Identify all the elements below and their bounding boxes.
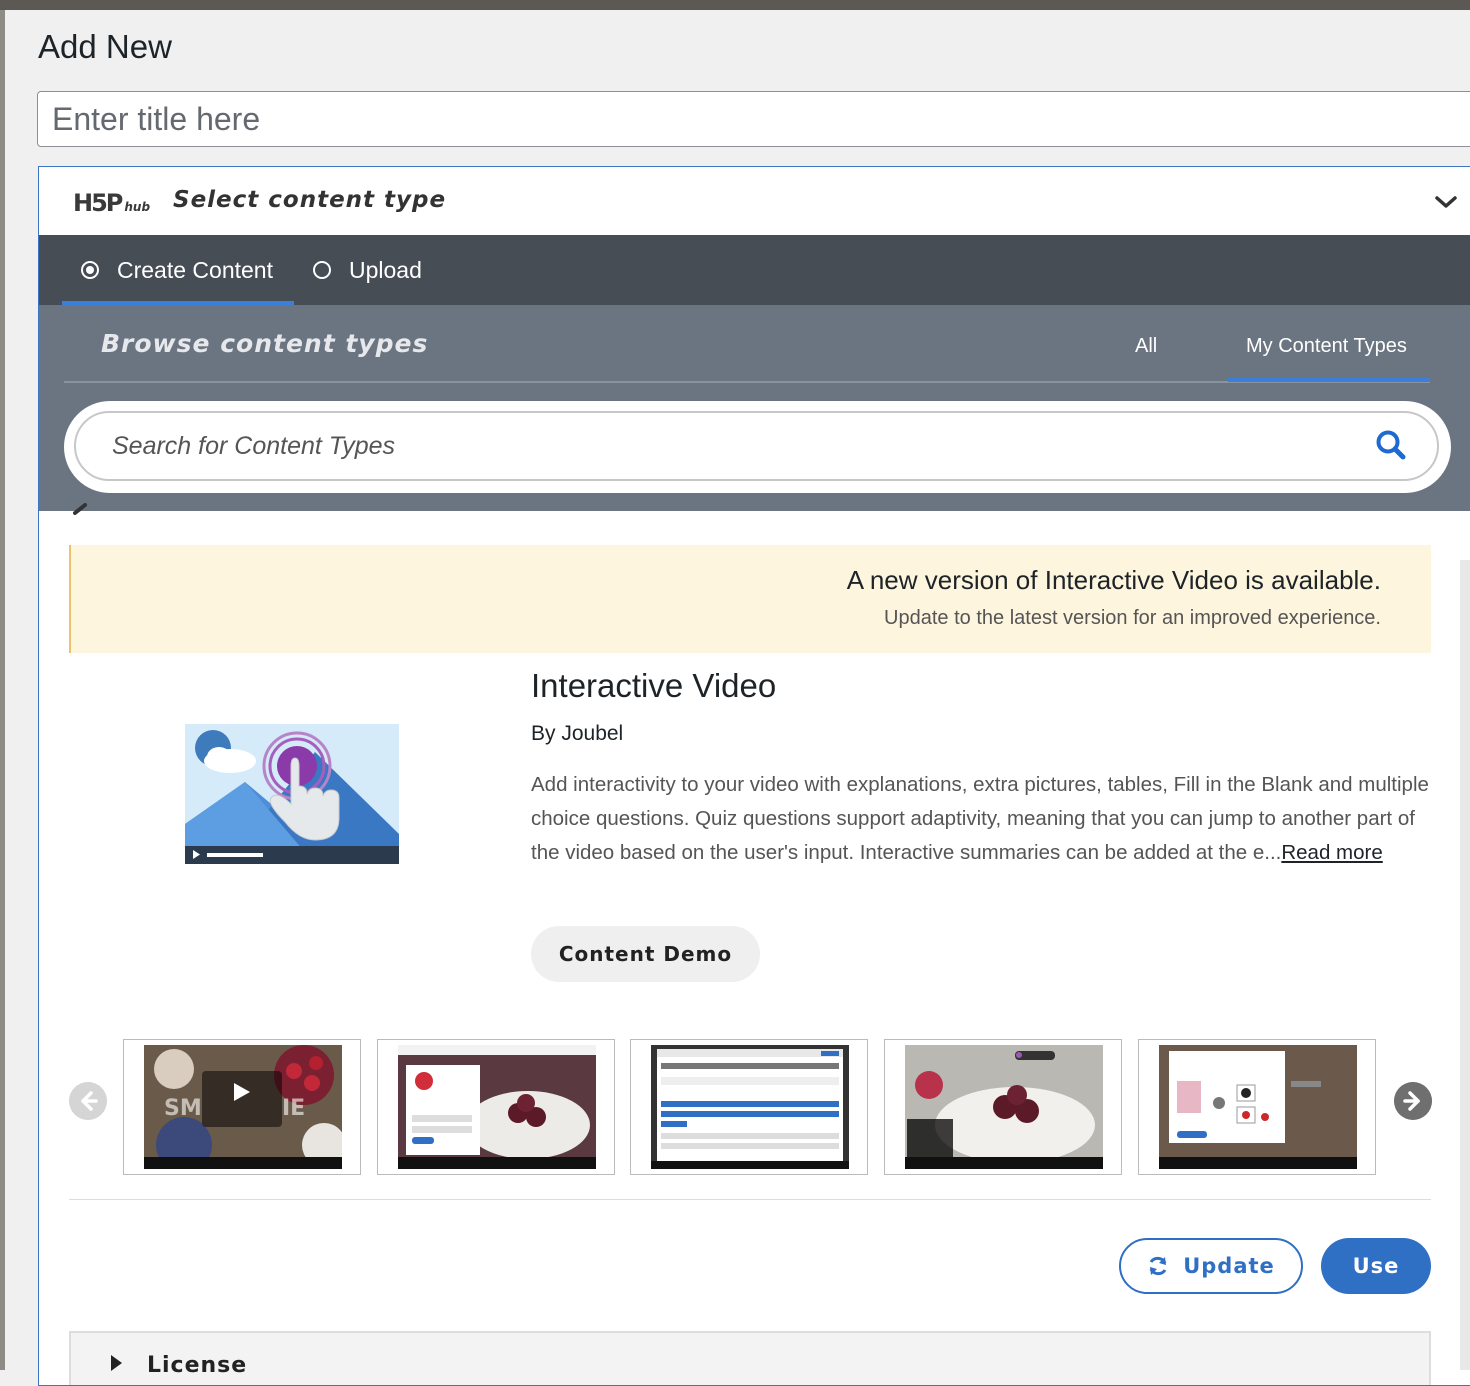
- refresh-icon: [1149, 1256, 1167, 1276]
- interactive-video-thumbnail: [185, 724, 399, 864]
- left-edge: [0, 10, 5, 1370]
- search-wrapper: [64, 401, 1451, 493]
- license-label: License: [147, 1353, 248, 1378]
- update-label: Update: [1183, 1254, 1275, 1278]
- tab-create-content-label: Create Content: [117, 256, 273, 283]
- tab-upload[interactable]: Upload: [313, 235, 422, 305]
- browse-panel: Browse content types All My Content Type…: [39, 305, 1470, 511]
- screenshot-image: [1159, 1045, 1357, 1169]
- radio-selected-icon: [81, 261, 99, 279]
- active-filter-indicator: [1228, 378, 1430, 382]
- select-content-type-label: Select content type: [173, 187, 447, 213]
- use-button[interactable]: Use: [1321, 1238, 1431, 1294]
- hub-tabs: Create Content Upload: [39, 235, 1470, 305]
- screenshot-image: SM IE: [144, 1045, 342, 1169]
- h5p-hub: H5P hub Select content type Create Conten…: [38, 166, 1470, 1386]
- carousel-prev-icon[interactable]: [69, 1082, 107, 1120]
- caret-right-icon: [111, 1355, 122, 1371]
- content-type-title: Interactive Video: [531, 667, 777, 704]
- browse-divider: [64, 381, 1430, 383]
- carousel-next-icon[interactable]: [1394, 1082, 1432, 1120]
- filter-my-content-types[interactable]: My Content Types: [1246, 335, 1407, 358]
- browse-title: Browse content types: [101, 329, 429, 358]
- svg-text:IE: IE: [282, 1096, 305, 1121]
- screenshot-drag-and-drop[interactable]: [1138, 1039, 1376, 1175]
- content-type-description: Add interactivity to your video with exp…: [531, 768, 1431, 870]
- content-demo-button[interactable]: Content Demo: [531, 926, 760, 982]
- screenshot-multiple-choice-editor[interactable]: [630, 1039, 868, 1175]
- top-bar: [0, 0, 1470, 10]
- screenshot-image: [651, 1045, 849, 1169]
- screenshot-strawberry-bowl[interactable]: [884, 1039, 1122, 1175]
- content-type-author: By Joubel: [531, 722, 624, 745]
- h5p-hub-logo: H5P hub: [73, 189, 151, 217]
- screenshot-strawberry-editor[interactable]: [377, 1039, 615, 1175]
- chevron-down-icon[interactable]: [1433, 189, 1459, 215]
- filter-all[interactable]: All: [1135, 335, 1157, 358]
- screenshot-image: [905, 1045, 1103, 1169]
- screenshot-smoothie-intro[interactable]: SM IE: [123, 1039, 361, 1175]
- screenshot-image: [398, 1045, 596, 1169]
- license-panel[interactable]: License: [69, 1331, 1431, 1385]
- notice-title: A new version of Interactive Video is av…: [846, 565, 1381, 595]
- notice-subtitle: Update to the latest version for an impr…: [884, 607, 1381, 629]
- read-more-link[interactable]: Read more: [1281, 841, 1382, 864]
- tab-upload-label: Upload: [349, 256, 422, 283]
- scrollbar[interactable]: [1460, 560, 1470, 1370]
- radio-unselected-icon: [313, 261, 331, 279]
- search-input[interactable]: [74, 411, 1439, 481]
- svg-text:SM: SM: [164, 1096, 202, 1121]
- page-title: Add New: [38, 28, 172, 65]
- hub-header[interactable]: H5P hub Select content type: [39, 167, 1470, 235]
- back-arrow-icon[interactable]: [69, 503, 93, 527]
- search-icon[interactable]: [1375, 429, 1407, 461]
- actions-divider: [69, 1199, 1431, 1200]
- update-notice: A new version of Interactive Video is av…: [69, 545, 1431, 653]
- update-button[interactable]: Update: [1119, 1238, 1303, 1294]
- title-input[interactable]: [37, 91, 1470, 147]
- tab-create-content[interactable]: Create Content: [81, 235, 273, 305]
